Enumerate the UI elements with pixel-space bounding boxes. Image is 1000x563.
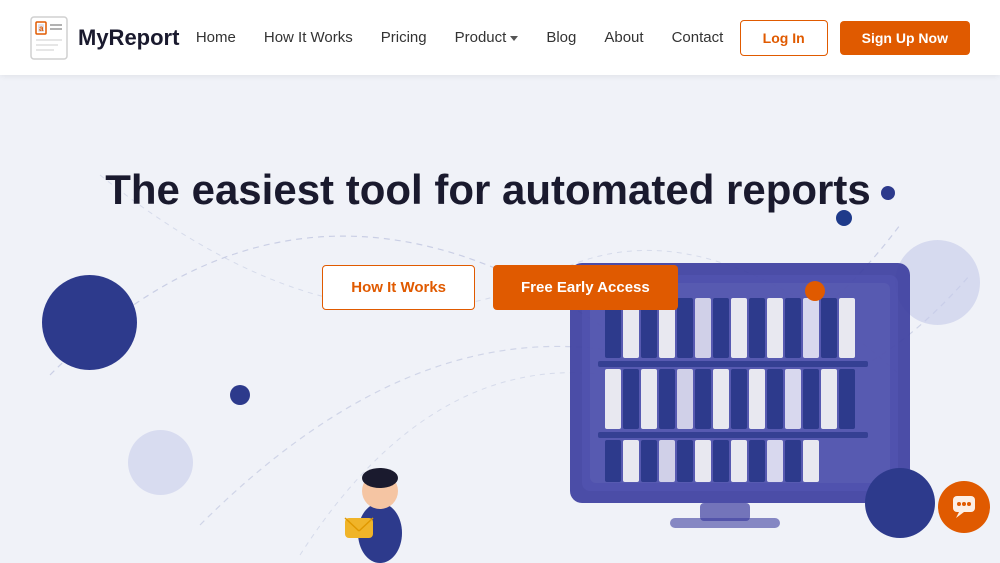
logo[interactable]: a MyReport [30,16,179,60]
svg-text:a: a [39,24,44,33]
figure-svg [330,443,430,563]
nav-item-contact[interactable]: Contact [672,29,724,47]
navbar: a MyReport Home How It Works Pricing Pro… [0,0,1000,75]
nav-link-blog[interactable]: Blog [546,29,576,46]
nav-link-product[interactable]: Product [455,29,519,46]
logo-icon: a [30,16,68,60]
nav-item-home[interactable]: Home [196,29,236,47]
hero-figure [330,443,430,563]
nav-link-how-it-works[interactable]: How It Works [264,29,353,46]
nav-item-pricing[interactable]: Pricing [381,29,427,47]
logo-text: MyReport [78,25,179,51]
hero-dot-decoration [881,186,895,200]
hero-content: The easiest tool for automated reports H… [0,75,1000,310]
nav-link-contact[interactable]: Contact [672,29,724,46]
signup-button[interactable]: Sign Up Now [840,21,970,55]
decorative-circle-blue-small [230,385,250,405]
nav-item-how-it-works[interactable]: How It Works [264,29,353,47]
hero-buttons: How It Works Free Early Access [0,265,1000,310]
nav-link-about[interactable]: About [604,29,643,46]
decorative-circle-blue-bottom-right [865,468,935,538]
decorative-circle-light-medium [128,430,193,495]
early-access-button[interactable]: Free Early Access [493,265,678,310]
chat-icon [951,494,977,520]
nav-buttons: Log In Sign Up Now [740,20,970,56]
nav-links: Home How It Works Pricing Product Blog A… [196,29,723,47]
chevron-down-icon [510,36,518,41]
hero-section: The easiest tool for automated reports H… [0,75,1000,563]
hero-title: The easiest tool for automated reports [0,165,1000,215]
nav-link-pricing[interactable]: Pricing [381,29,427,46]
how-it-works-button[interactable]: How It Works [322,265,475,310]
nav-item-product[interactable]: Product [455,29,519,46]
chat-button[interactable] [938,481,990,533]
nav-item-blog[interactable]: Blog [546,29,576,47]
nav-item-about[interactable]: About [604,29,643,47]
login-button[interactable]: Log In [740,20,828,56]
nav-link-home[interactable]: Home [196,29,236,46]
